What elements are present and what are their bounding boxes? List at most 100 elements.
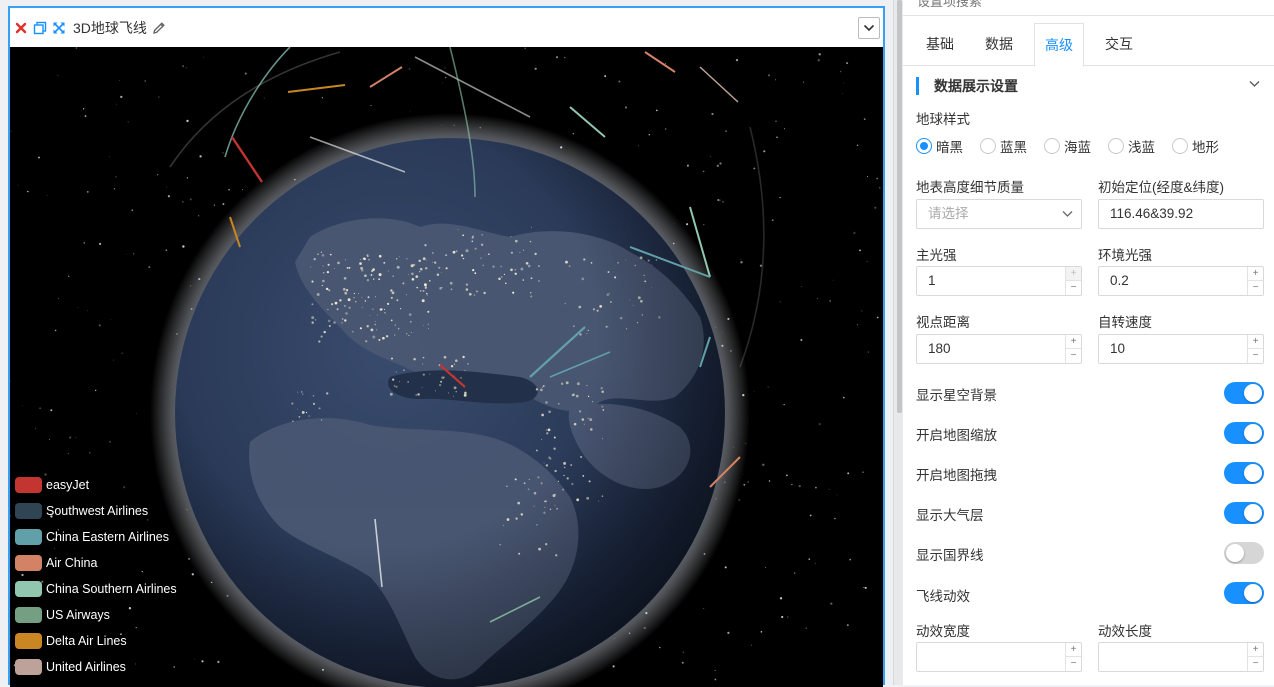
toggle-map-zoom-label: 开启地图缩放 bbox=[916, 424, 997, 444]
increment-button[interactable]: + bbox=[1248, 335, 1263, 349]
chevron-down-icon bbox=[863, 24, 875, 32]
close-icon[interactable] bbox=[14, 21, 28, 35]
airline-legend: easyJet Southwest Airlines China Eastern A… bbox=[15, 472, 177, 680]
legend-item[interactable]: China Southern Airlines bbox=[15, 576, 177, 602]
main-light-input[interactable]: 1 +− bbox=[916, 266, 1082, 296]
effect-width-input[interactable]: +− bbox=[916, 642, 1082, 672]
radio-blue-black-label: 蓝黑 bbox=[1000, 136, 1027, 156]
initial-position-input[interactable]: 116.46&39.92 bbox=[1098, 199, 1264, 229]
radio-sea-blue[interactable]: 海蓝 bbox=[1044, 136, 1091, 156]
terrain-detail-select[interactable]: 请选择 bbox=[916, 199, 1082, 229]
radio-dark-label: 暗黑 bbox=[936, 136, 963, 156]
globe-widget[interactable]: 3D地球飞线 bbox=[8, 6, 885, 685]
toggle-borders-label: 显示国界线 bbox=[916, 544, 984, 564]
legend-item[interactable]: Southwest Airlines bbox=[15, 498, 177, 524]
terrain-detail-label: 地表高度细节质量 bbox=[916, 176, 1024, 196]
decrement-button[interactable]: − bbox=[1248, 349, 1263, 363]
fullscreen-icon[interactable] bbox=[52, 21, 66, 35]
effect-width-stepper: +− bbox=[1065, 643, 1081, 671]
widget-title: 3D地球飞线 bbox=[73, 18, 147, 38]
toggle-starry-sky-switch[interactable] bbox=[1224, 382, 1264, 404]
legend-label: Air China bbox=[46, 556, 97, 570]
decrement-button[interactable]: − bbox=[1066, 281, 1081, 295]
legend-item[interactable]: United Airlines bbox=[15, 654, 177, 680]
chevron-down-icon[interactable] bbox=[1249, 80, 1260, 88]
radio-dark-indicator[interactable] bbox=[916, 138, 932, 154]
toggle-atmosphere-label: 显示大气层 bbox=[916, 504, 984, 524]
view-distance-value: 180 bbox=[928, 341, 951, 356]
terrain-detail-placeholder: 请选择 bbox=[928, 206, 969, 221]
effect-length-stepper: +− bbox=[1247, 643, 1263, 671]
decrement-button[interactable]: − bbox=[1066, 657, 1081, 671]
radio-blue-black-indicator[interactable] bbox=[980, 138, 996, 154]
toggle-map-drag-switch[interactable] bbox=[1224, 462, 1264, 484]
radio-terrain-indicator[interactable] bbox=[1172, 138, 1188, 154]
radio-terrain[interactable]: 地形 bbox=[1172, 136, 1219, 156]
radio-terrain-label: 地形 bbox=[1192, 136, 1219, 156]
legend-item[interactable]: US Airways bbox=[15, 602, 177, 628]
legend-swatch bbox=[15, 477, 42, 493]
scrollbar-thumb[interactable] bbox=[897, 0, 902, 413]
settings-search-input[interactable] bbox=[917, 0, 1217, 9]
radio-sea-blue-indicator[interactable] bbox=[1044, 138, 1060, 154]
radio-dark[interactable]: 暗黑 bbox=[916, 136, 963, 156]
toggle-borders-switch[interactable] bbox=[1224, 542, 1264, 564]
increment-button[interactable]: + bbox=[1066, 267, 1081, 281]
widget-header: 3D地球飞线 bbox=[10, 8, 883, 48]
rotation-speed-stepper: +− bbox=[1247, 335, 1263, 363]
section-title[interactable]: 数据展示设置 bbox=[916, 77, 1018, 95]
rotation-speed-label: 自转速度 bbox=[1098, 311, 1152, 331]
tab-basic[interactable]: 基础 bbox=[918, 23, 962, 66]
tab-interaction[interactable]: 交互 bbox=[1097, 23, 1141, 66]
main-light-stepper: +− bbox=[1065, 267, 1081, 295]
panel-splitter[interactable] bbox=[893, 0, 903, 685]
radio-light-blue[interactable]: 浅蓝 bbox=[1108, 136, 1155, 156]
effect-length-input[interactable]: +− bbox=[1098, 642, 1264, 672]
toggle-starry-sky-label: 显示星空背景 bbox=[916, 384, 997, 404]
view-distance-stepper: +− bbox=[1065, 335, 1081, 363]
legend-label: US Airways bbox=[46, 608, 110, 622]
tab-advanced[interactable]: 高级 bbox=[1034, 23, 1084, 67]
edit-pencil-icon[interactable] bbox=[152, 21, 166, 35]
ambient-light-input[interactable]: 0.2 +− bbox=[1098, 266, 1264, 296]
toggle-map-zoom-switch[interactable] bbox=[1224, 422, 1264, 444]
globe-style-radio-group: 暗黑 蓝黑 海蓝 浅蓝 地形 bbox=[916, 136, 1236, 156]
legend-item[interactable]: Delta Air Lines bbox=[15, 628, 177, 654]
settings-search bbox=[903, 0, 1274, 16]
rotation-speed-input[interactable]: 10 +− bbox=[1098, 334, 1264, 364]
radio-blue-black[interactable]: 蓝黑 bbox=[980, 136, 1027, 156]
radio-light-blue-indicator[interactable] bbox=[1108, 138, 1124, 154]
toggle-atmosphere-switch[interactable] bbox=[1224, 502, 1264, 524]
increment-button[interactable]: + bbox=[1066, 335, 1081, 349]
initial-position-value: 116.46&39.92 bbox=[1110, 206, 1193, 221]
increment-button[interactable]: + bbox=[1248, 267, 1263, 281]
effect-length-label: 动效长度 bbox=[1098, 620, 1152, 640]
decrement-button[interactable]: − bbox=[1248, 281, 1263, 295]
settings-panel: 基础 数据 高级 交互 数据展示设置 地球样式 暗黑 蓝黑 海蓝 浅蓝 地形 地… bbox=[903, 0, 1274, 685]
tab-data[interactable]: 数据 bbox=[977, 23, 1021, 66]
toggle-flight-effect-switch[interactable] bbox=[1224, 582, 1264, 604]
globe-stage[interactable]: easyJet Southwest Airlines China Eastern A… bbox=[10, 47, 883, 687]
legend-item[interactable]: China Eastern Airlines bbox=[15, 524, 177, 550]
decrement-button[interactable]: − bbox=[1066, 349, 1081, 363]
main-light-label: 主光强 bbox=[916, 244, 957, 264]
collapse-button[interactable] bbox=[858, 17, 880, 39]
legend-label: easyJet bbox=[46, 478, 89, 492]
globe-shading bbox=[175, 138, 725, 687]
legend-swatch bbox=[15, 633, 42, 649]
settings-tabs: 基础 数据 高级 交互 bbox=[903, 23, 1274, 66]
legend-item[interactable]: easyJet bbox=[15, 472, 177, 498]
legend-label: China Eastern Airlines bbox=[46, 530, 169, 544]
copy-icon[interactable] bbox=[33, 21, 47, 35]
view-distance-input[interactable]: 180 +− bbox=[916, 334, 1082, 364]
increment-button[interactable]: + bbox=[1248, 643, 1263, 657]
effect-width-label: 动效宽度 bbox=[916, 620, 970, 640]
decrement-button[interactable]: − bbox=[1248, 657, 1263, 671]
initial-position-label: 初始定位(经度&纬度) bbox=[1098, 176, 1224, 196]
legend-swatch bbox=[15, 659, 42, 675]
legend-item[interactable]: Air China bbox=[15, 550, 177, 576]
increment-button[interactable]: + bbox=[1066, 643, 1081, 657]
canvas-area: 3D地球飞线 bbox=[0, 0, 893, 685]
legend-label: United Airlines bbox=[46, 660, 126, 674]
chevron-down-icon bbox=[1062, 210, 1073, 218]
